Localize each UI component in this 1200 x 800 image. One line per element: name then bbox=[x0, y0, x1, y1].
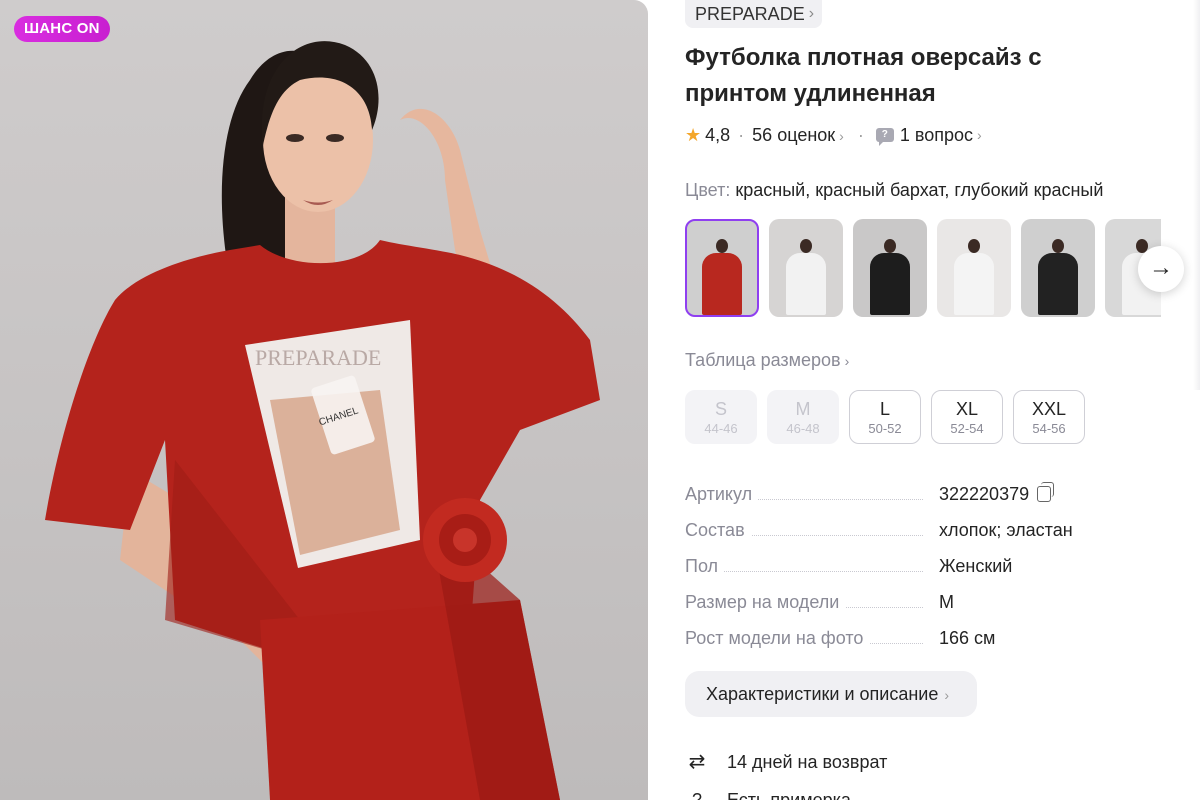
swatch-model-head bbox=[716, 239, 728, 253]
param-row: Размер на модели M bbox=[685, 588, 1105, 624]
param-row: Состав хлопок; эластан bbox=[685, 516, 1105, 552]
param-key: Рост модели на фото bbox=[685, 628, 870, 649]
chevron-right-icon: › bbox=[976, 127, 982, 143]
characteristics-button[interactable]: Характеристики и описание › bbox=[685, 671, 978, 717]
return-text: 14 дней на возврат bbox=[727, 751, 888, 772]
size-option[interactable]: M 46-48 bbox=[767, 390, 839, 444]
color-swatch-white[interactable] bbox=[769, 219, 843, 317]
chevron-right-icon: › bbox=[839, 127, 844, 144]
questions-link[interactable]: ? 1 вопрос › bbox=[875, 124, 982, 146]
size-label: XXL bbox=[1031, 399, 1067, 419]
size-range: 46-48 bbox=[786, 421, 820, 436]
next-arrow-icon[interactable]: → bbox=[1138, 246, 1184, 292]
color-swatch-white-print[interactable] bbox=[937, 219, 1011, 317]
swatch-shirt bbox=[954, 253, 994, 315]
chevron-right-icon: › bbox=[844, 353, 850, 369]
color-value: красный, красный бархат, глубокий красны… bbox=[735, 180, 1104, 200]
param-value: 322220379 bbox=[939, 482, 1055, 505]
param-key: Пол bbox=[685, 556, 725, 577]
swatch-model-head bbox=[1052, 239, 1064, 253]
size-range: 50-52 bbox=[868, 421, 902, 436]
color-label: Цвет: bbox=[685, 180, 731, 200]
reviews-count: 56 оценок bbox=[752, 124, 836, 145]
question-bubble-icon: ? bbox=[875, 128, 894, 146]
param-value: хлопок; эластан bbox=[939, 520, 1073, 541]
product-title: Футболка плотная оверсайз с принтом удли… bbox=[685, 44, 1042, 107]
size-option[interactable]: S 44-46 bbox=[685, 390, 757, 444]
product-photo[interactable]: PREPARADE CHANEL ШАНС ON bbox=[0, 0, 648, 800]
reviews-link[interactable]: 56 оценок › bbox=[752, 125, 844, 146]
rating-row: ★ 4,8 · 56 оценок › · ? 1 вопрос › bbox=[685, 122, 982, 148]
swatch-model-head bbox=[968, 239, 980, 253]
size-range: 52-54 bbox=[950, 421, 984, 436]
swatch-model-head bbox=[884, 239, 896, 253]
swatch-model-head bbox=[800, 239, 812, 253]
param-value: 166 см bbox=[939, 628, 995, 649]
size-selector: S 44-46 M 46-48 L 50-52 XL 52-54 XXL 54-56 bbox=[685, 390, 1085, 444]
swatch-shirt bbox=[786, 253, 826, 315]
characteristics-label: Характеристики и описание bbox=[706, 684, 939, 704]
color-info: Цвет: красный, красный бархат, глубокий … bbox=[685, 180, 1103, 201]
param-row: Артикул 322220379 bbox=[685, 480, 1105, 516]
product-page: PREPARADE CHANEL ШАНС ON PREPARADE › Фут… bbox=[0, 0, 1200, 800]
size-option[interactable]: XXL 54-56 bbox=[1013, 390, 1085, 444]
size-option[interactable]: XL 52-54 bbox=[931, 390, 1003, 444]
param-value: Женский bbox=[939, 556, 1012, 577]
param-key: Размер на модели bbox=[685, 592, 846, 613]
param-value-text[interactable]: 322220379 bbox=[939, 484, 1029, 504]
param-value: M bbox=[939, 592, 954, 613]
size-label: S bbox=[714, 399, 727, 419]
param-key: Состав bbox=[685, 520, 751, 541]
param-row: Пол Женский bbox=[685, 552, 1105, 588]
swatch-shirt bbox=[870, 253, 910, 315]
param-key: Артикул bbox=[685, 484, 759, 505]
copy-icon[interactable] bbox=[1037, 482, 1055, 502]
separator-dot: · bbox=[738, 124, 745, 145]
separator-dot: · bbox=[857, 124, 864, 145]
fitting-text: Есть примерка bbox=[727, 790, 851, 800]
brand-link[interactable]: PREPARADE › bbox=[685, 0, 823, 28]
side-panel-edge bbox=[1193, 0, 1200, 390]
color-swatch-red[interactable] bbox=[685, 219, 759, 317]
size-label: M bbox=[795, 399, 811, 419]
swatch-shirt bbox=[702, 253, 742, 315]
promo-badge: ШАНС ON bbox=[14, 16, 110, 42]
param-value-text: 166 см bbox=[939, 628, 996, 648]
color-swatch-black[interactable] bbox=[853, 219, 927, 317]
chevron-right-icon: › bbox=[808, 5, 815, 22]
questions-count: 1 вопрос bbox=[899, 124, 973, 145]
fitting-info: ? Есть примерка bbox=[685, 790, 851, 800]
chevron-right-icon: › bbox=[944, 687, 950, 703]
return-arrows-icon: ⇄ bbox=[688, 751, 706, 773]
rating-value: 4,8 bbox=[705, 124, 731, 145]
svg-text:PREPARADE: PREPARADE bbox=[255, 345, 381, 370]
color-swatches bbox=[685, 219, 1161, 319]
size-label: L bbox=[879, 399, 890, 419]
param-value-text: хлопок; эластан bbox=[939, 520, 1073, 540]
product-params: Артикул 322220379 Состав хлопок; эластан Пол… bbox=[685, 480, 1105, 660]
size-option[interactable]: L 50-52 bbox=[849, 390, 921, 444]
param-row: Рост модели на фото 166 см bbox=[685, 624, 1105, 660]
param-value-text: M bbox=[939, 592, 954, 612]
color-swatch-black-blah[interactable] bbox=[1021, 219, 1095, 317]
size-range: 54-56 bbox=[1032, 421, 1066, 436]
size-table-label: Таблица размеров bbox=[685, 350, 841, 370]
model-illustration: PREPARADE CHANEL bbox=[45, 41, 600, 800]
swatch-shirt bbox=[1038, 253, 1078, 315]
param-value-text: Женский bbox=[939, 556, 1013, 576]
fitting-icon: ? bbox=[691, 790, 702, 800]
star-icon: ★ bbox=[685, 124, 702, 145]
size-table-link[interactable]: Таблица размеров › bbox=[685, 350, 849, 371]
return-info: ⇄ 14 дней на возврат bbox=[685, 748, 888, 776]
size-label: XL bbox=[955, 399, 979, 419]
brand-name: PREPARADE bbox=[695, 4, 805, 24]
size-range: 44-46 bbox=[704, 421, 738, 436]
